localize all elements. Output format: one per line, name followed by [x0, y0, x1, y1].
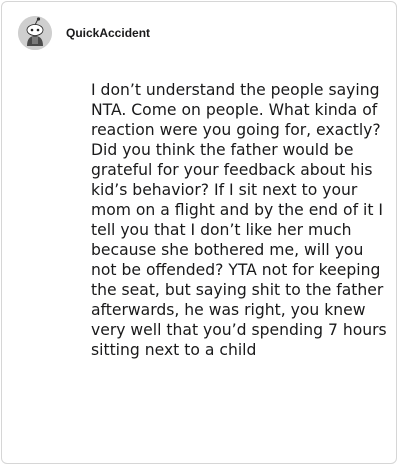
comment-body: I don’t understand the people saying NTA… — [91, 81, 387, 359]
comment-header: QuickAccident — [18, 16, 150, 50]
user-avatar-icon[interactable] — [18, 16, 52, 50]
username[interactable]: QuickAccident — [66, 26, 150, 40]
comment-card: QuickAccident I don’t understand the peo… — [1, 1, 397, 464]
